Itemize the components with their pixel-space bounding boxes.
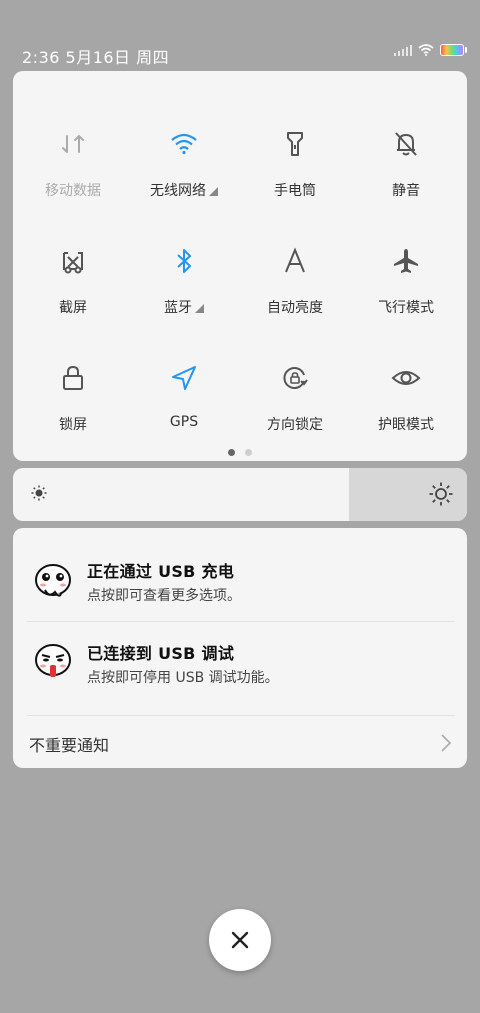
sticker-face-icon — [35, 564, 71, 597]
tile-label: 方向锁定 — [267, 417, 323, 433]
status-bar: 2:36 5月16日 周四 — [0, 0, 480, 70]
tile-label: 静音 — [392, 183, 420, 199]
notification-title: 已连接到 USB 调试 — [87, 644, 235, 663]
bluetooth-icon — [177, 249, 191, 273]
page-dot[interactable] — [245, 449, 252, 456]
notification-card: 正在通过 USB 充电 点按即可查看更多选项。 已连接到 USB 调试 点按即可… — [13, 528, 467, 768]
quick-settings-panel: 移动数据 无线网络 手电筒 静音截屏 蓝牙 自动亮度 飞行模式锁屏 GPS 方向锁定 护眼模式 — [13, 71, 467, 461]
tile-label: 截屏 — [59, 300, 87, 316]
airplane-icon — [394, 249, 418, 273]
page-dot-active[interactable] — [228, 449, 235, 456]
tile-label: GPS — [169, 414, 199, 430]
auto-brightness-icon — [285, 247, 305, 273]
mute-bell-icon — [395, 132, 417, 156]
tile-flashlight[interactable]: 手电筒 — [239, 84, 351, 199]
notification-item-usb-charging[interactable]: 正在通过 USB 充电 点按即可查看更多选项。 — [13, 528, 467, 621]
signal-icon — [394, 44, 412, 56]
time-date-text: 2:36 5月16日 周四 — [22, 48, 170, 67]
tile-label: 飞行模式 — [378, 300, 434, 316]
notification-subtitle: 点按即可查看更多选项。 — [87, 588, 241, 604]
notification-title: 正在通过 USB 充电 — [87, 562, 235, 581]
battery-icon — [440, 44, 467, 56]
wifi-icon — [171, 133, 197, 155]
system-icons — [394, 44, 467, 56]
tile-screenshot[interactable]: 截屏 — [17, 201, 129, 316]
screenshot-icon — [63, 252, 83, 274]
tile-label: 移动数据 — [45, 183, 101, 199]
unimportant-notifications-link[interactable]: 不重要通知 — [29, 732, 109, 756]
notification-subtitle: 点按即可停用 USB 调试功能。 — [87, 670, 279, 686]
notification-item-usb-debugging[interactable]: 已连接到 USB 调试 点按即可停用 USB 调试功能。 — [13, 622, 467, 715]
tile-lock[interactable]: 锁屏 — [17, 318, 129, 433]
tile-label: 护眼模式 — [378, 417, 434, 433]
tile-mobile-data[interactable]: 移动数据 — [17, 84, 129, 199]
tile-label: 锁屏 — [59, 417, 87, 433]
wifi-status-icon — [418, 44, 434, 56]
tile-bluetooth[interactable]: 蓝牙 — [128, 201, 240, 316]
mobile-data-icon — [62, 134, 84, 153]
tile-eye[interactable]: 护眼模式 — [350, 318, 462, 433]
tile-auto-brightness[interactable]: 自动亮度 — [239, 201, 351, 316]
tile-wifi[interactable]: 无线网络 — [128, 84, 240, 199]
rotation-lock-icon — [283, 367, 308, 389]
brightness-low-icon — [31, 485, 47, 501]
close-icon — [231, 931, 249, 949]
gps-icon — [172, 366, 196, 390]
tile-airplane[interactable]: 飞行模式 — [350, 201, 462, 316]
chevron-right-icon[interactable] — [441, 734, 451, 752]
brightness-high-icon — [429, 482, 453, 506]
lock-icon — [63, 365, 83, 390]
tile-label: 蓝牙 — [128, 297, 240, 317]
tile-label: 无线网络 — [128, 180, 240, 200]
tile-label: 手电筒 — [274, 183, 316, 199]
eye-icon — [391, 371, 421, 385]
more-options-icon — [209, 187, 218, 196]
brightness-slider[interactable] — [13, 468, 467, 521]
tile-label: 自动亮度 — [267, 300, 323, 316]
flashlight-icon — [287, 132, 303, 156]
tile-rotation-lock[interactable]: 方向锁定 — [239, 318, 351, 433]
tile-mute-bell[interactable]: 静音 — [350, 84, 462, 199]
sticker-face-icon — [35, 644, 71, 677]
page-indicator — [13, 449, 467, 456]
more-options-icon — [195, 304, 204, 313]
divider — [27, 715, 455, 716]
tile-gps[interactable]: GPS — [128, 318, 240, 430]
close-button[interactable] — [209, 909, 271, 971]
